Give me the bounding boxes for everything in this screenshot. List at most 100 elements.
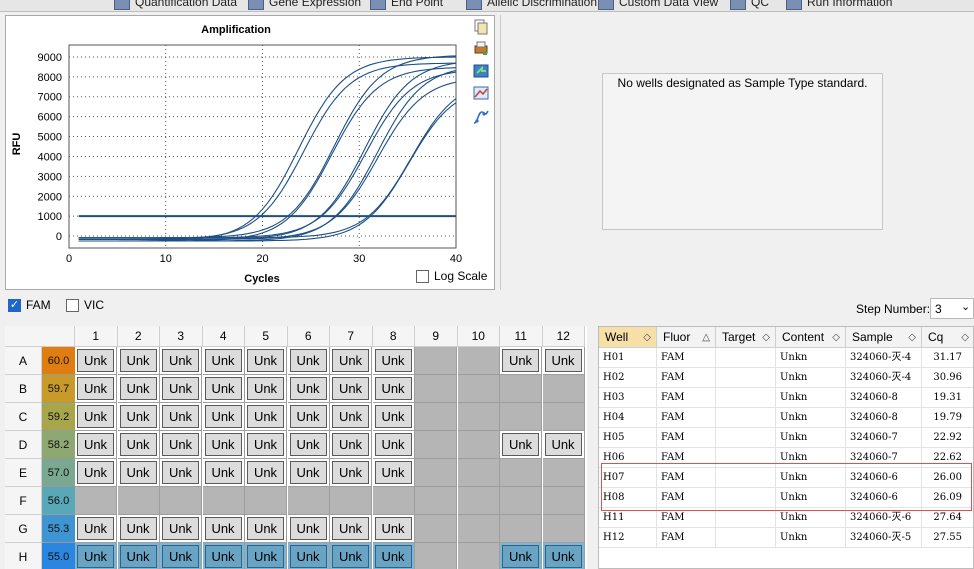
plate-column-header[interactable]: 1 [75,326,118,347]
plate-column-header[interactable]: 2 [117,326,160,347]
table-row[interactable]: H04 FAM Unkn 324060-8 19.79 [599,408,973,428]
plate-well[interactable] [415,543,457,569]
plate-well[interactable] [500,375,542,403]
tab-run-information[interactable]: Run Information [786,0,892,11]
plate-well[interactable]: Unk [372,375,415,403]
table-row[interactable]: H05 FAM Unkn 324060-7 22.92 [599,428,973,448]
plate-corner[interactable] [5,326,75,347]
plate-well[interactable]: Unk [160,543,202,569]
table-row[interactable]: H12 FAM Unkn 324060-灭-5 27.55 [599,528,973,548]
plate-well[interactable]: Unk [287,403,330,431]
plate-column-header[interactable]: 11 [500,326,543,347]
plate-well[interactable] [287,487,330,515]
plate-well[interactable]: Unk [75,403,117,431]
plate-well[interactable]: Unk [160,431,202,459]
plate-well[interactable]: Unk [372,515,415,543]
plate-well[interactable]: Unk [160,515,202,543]
plate-well[interactable]: Unk [330,375,372,403]
column-header-content[interactable]: Content ◇ [776,327,846,348]
plate-well[interactable]: Unk [160,403,202,431]
column-header-well[interactable]: Well ◇ [599,327,657,348]
plate-well[interactable]: Unk [160,347,202,375]
plate-well[interactable]: Unk [372,347,415,375]
tab-end-point[interactable]: End Point [370,0,443,11]
plate-well[interactable]: Unk [117,515,160,543]
plate-well[interactable]: Unk [75,543,117,569]
plate-well[interactable]: Unk [202,403,245,431]
plate-row-header[interactable]: D [5,431,42,459]
tab-custom-data-view[interactable]: Custom Data View [598,0,718,11]
plate-well[interactable]: Unk [245,403,287,431]
plate-well[interactable]: Unk [117,459,160,487]
plate-well[interactable] [542,403,585,431]
plate-well[interactable] [415,487,457,515]
plate-well[interactable]: Unk [542,347,585,375]
plate-well[interactable] [500,403,542,431]
plate-well[interactable] [245,487,287,515]
plate-well[interactable] [457,543,500,569]
tab-qc[interactable]: QC [730,0,769,11]
plate-well[interactable]: Unk [372,403,415,431]
plate-well[interactable]: Unk [287,375,330,403]
column-header-fluor[interactable]: Fluor △ [657,327,716,348]
plate-well[interactable]: Unk [372,431,415,459]
plate-well[interactable]: Unk [372,543,415,569]
plate-well[interactable] [500,487,542,515]
plate-column-header[interactable]: 12 [542,326,585,347]
plate-well[interactable] [542,515,585,543]
plate-row-header[interactable]: E [5,459,42,487]
tab-quantification-data[interactable]: Quantification Data [114,0,237,11]
table-row[interactable]: H01 FAM Unkn 324060-灭-4 31.17 [599,348,973,368]
plate-well[interactable]: Unk [330,431,372,459]
plate-well[interactable]: Unk [330,459,372,487]
plate-well[interactable]: Unk [500,543,542,569]
plate-row-header[interactable]: H [5,543,42,569]
plate-well[interactable]: Unk [542,543,585,569]
plate-well[interactable] [457,431,500,459]
plate-column-header[interactable]: 3 [160,326,203,347]
table-row[interactable]: H02 FAM Unkn 324060-灭-4 30.96 [599,368,973,388]
column-header-target[interactable]: Target ◇ [716,327,776,348]
plate-well[interactable] [75,487,117,515]
plate-well[interactable]: Unk [75,459,117,487]
plate-well[interactable]: Unk [245,347,287,375]
plate-well[interactable] [457,403,500,431]
print-icon[interactable] [473,40,489,56]
plate-well[interactable] [542,487,585,515]
plate-well[interactable] [500,515,542,543]
plate-row-header[interactable]: G [5,515,42,543]
plate-column-header[interactable]: 5 [245,326,288,347]
plate-well[interactable]: Unk [202,347,245,375]
plate-row-header[interactable]: B [5,375,42,403]
plate-well[interactable] [202,487,245,515]
plate-well[interactable] [415,375,457,403]
plate-well[interactable]: Unk [330,543,372,569]
plate-well[interactable]: Unk [330,403,372,431]
plate-well[interactable]: Unk [287,515,330,543]
plate-well[interactable]: Unk [287,347,330,375]
plate-well[interactable]: Unk [117,431,160,459]
plate-well[interactable]: Unk [245,515,287,543]
plate-row-header[interactable]: A [5,347,42,375]
plate-well[interactable]: Unk [160,375,202,403]
plate-well[interactable]: Unk [245,375,287,403]
plate-well[interactable]: Unk [117,543,160,569]
plate-well[interactable] [117,487,160,515]
plate-well[interactable]: Unk [117,403,160,431]
plate-well[interactable]: Unk [330,347,372,375]
plate-well[interactable] [457,459,500,487]
column-header-cq[interactable]: Cq ◇ [922,327,973,348]
plate-well[interactable]: Unk [75,515,117,543]
plate-well[interactable]: Unk [500,431,542,459]
plate-column-header[interactable]: 10 [457,326,500,347]
tab-allelic-discrimination[interactable]: Allelic Discrimination [466,0,597,11]
plate-well[interactable] [415,459,457,487]
plate-well[interactable]: Unk [75,431,117,459]
table-row[interactable]: H11 FAM Unkn 324060-灭-6 27.64 [599,508,973,528]
plate-well[interactable] [542,375,585,403]
plate-well[interactable]: Unk [287,543,330,569]
step-number-dropdown[interactable]: 3 ⌄ [930,298,974,319]
plate-well[interactable] [457,375,500,403]
plate-well[interactable] [160,487,202,515]
plate-well[interactable] [542,459,585,487]
